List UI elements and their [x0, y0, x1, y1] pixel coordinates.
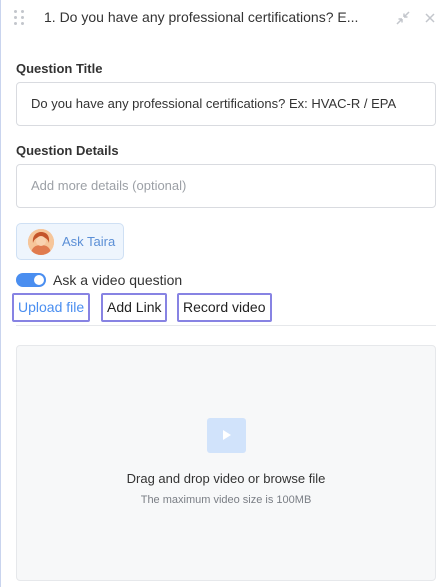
tab-divider — [16, 325, 436, 326]
tab-upload-file[interactable]: Upload file — [12, 293, 91, 322]
tab-record-video[interactable]: Record video — [177, 293, 272, 322]
question-header: 1. Do you have any professional certific… — [1, 0, 447, 36]
drag-handle-icon[interactable] — [14, 10, 26, 26]
question-details-input[interactable]: Add more details (optional) — [16, 164, 436, 208]
close-icon[interactable] — [423, 11, 437, 25]
ask-taira-label: Ask Taira — [62, 234, 116, 249]
ask-taira-button[interactable]: Ask Taira — [16, 223, 124, 260]
video-dropzone[interactable]: Drag and drop video or browse file The m… — [16, 345, 436, 581]
dropzone-title: Drag and drop video or browse file — [126, 471, 326, 486]
question-title-label: Question Title — [16, 61, 103, 76]
play-icon — [207, 418, 246, 453]
question-details-label: Question Details — [16, 143, 119, 158]
question-editor-panel: 1. Do you have any professional certific… — [0, 0, 446, 587]
video-question-label: Ask a video question — [53, 272, 183, 288]
taira-avatar — [28, 229, 54, 255]
tab-add-link[interactable]: Add Link — [101, 293, 168, 322]
collapse-icon[interactable] — [396, 11, 410, 25]
dropzone-subtitle: The maximum video size is 100MB — [140, 494, 312, 506]
video-question-toggle[interactable] — [16, 273, 46, 287]
question-heading: 1. Do you have any professional certific… — [44, 9, 359, 25]
question-title-input[interactable]: Do you have any professional certificati… — [16, 82, 436, 126]
